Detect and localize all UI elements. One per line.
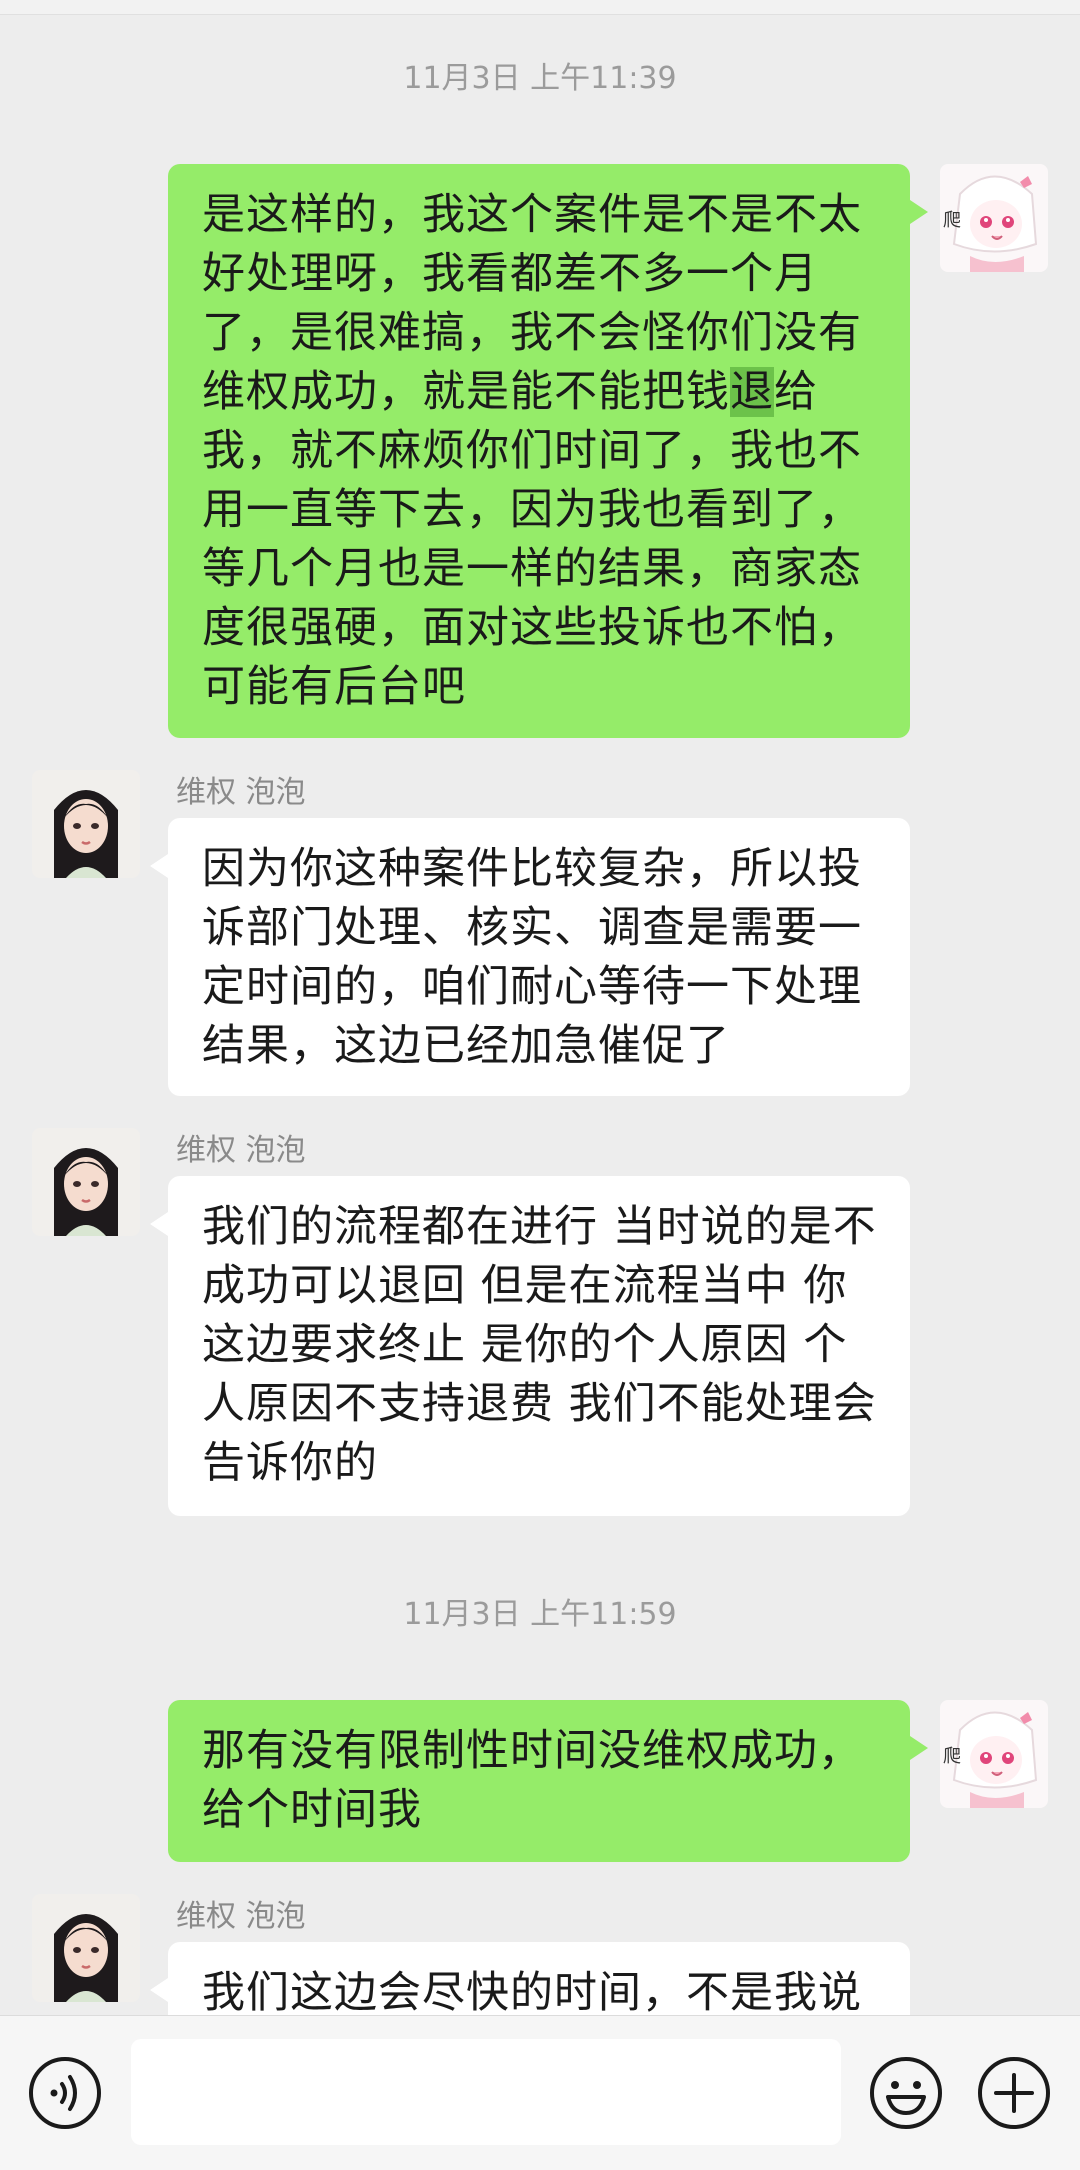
message-text: 因为你这种案件比较复杂，所以投诉部门处理、核实、调查是需要一定时间的，咱们耐心等… <box>202 844 862 1071</box>
top-divider <box>0 0 1080 15</box>
avatar-badge-text: 爬 <box>943 1746 961 1767</box>
selected-text-highlight: 退 <box>730 367 774 417</box>
emoji-icon <box>870 2057 942 2129</box>
message-text: 那有没有限制性时间没维权成功，给个时间我 <box>202 1726 862 1835</box>
contact-avatar[interactable] <box>32 1894 140 2002</box>
avatar-badge-text: 爬 <box>943 210 961 231</box>
message-bubble-contact[interactable]: 我们的流程都在进行 当时说的是不成功可以退回 但是在流程当中 你这边要求终止 是… <box>150 1176 910 1516</box>
message-bubble-contact[interactable]: 因为你这种案件比较复杂，所以投诉部门处理、核实、调查是需要一定时间的，咱们耐心等… <box>150 818 910 1096</box>
anime-girl-avatar-icon: 爬 <box>940 1700 1048 1808</box>
contact-avatar-icon <box>32 770 140 878</box>
contact-avatar-icon <box>32 1894 140 2002</box>
input-toolbar <box>0 2015 1080 2170</box>
contact-avatar[interactable] <box>32 770 140 878</box>
message-text: 我们的流程都在进行 当时说的是不成功可以退回 但是在流程当中 你这边要求终止 是… <box>202 1202 877 1488</box>
message-text: 给我，就不麻烦你们时间了，我也不用一直等下去，因为我也看到了，等几个月也是一样的… <box>202 367 862 712</box>
self-avatar[interactable]: 爬 <box>940 1700 1048 1808</box>
voice-button[interactable] <box>27 2055 103 2131</box>
timestamp: 11月3日 上午11:59 <box>403 1597 677 1632</box>
message-bubble-contact[interactable]: 我们这边会尽快的时间，不是我说 <box>150 1942 910 2015</box>
sender-name: 维权 泡泡 <box>176 1133 306 1168</box>
message-bubble-self[interactable]: 是这样的，我这个案件是不是不太好处理呀，我看都差不多一个月了，是很难搞，我不会怪… <box>168 164 928 738</box>
voice-icon <box>29 2057 101 2129</box>
message-bubble-self[interactable]: 那有没有限制性时间没维权成功，给个时间我 <box>168 1700 928 1862</box>
message-input[interactable] <box>131 2039 841 2145</box>
anime-girl-avatar-icon: 爬 <box>940 164 1048 272</box>
more-button[interactable] <box>976 2055 1052 2131</box>
sender-name: 维权 泡泡 <box>176 775 306 810</box>
message-text: 我们这边会尽快的时间，不是我说 <box>202 1968 862 2015</box>
sender-name: 维权 泡泡 <box>176 1899 306 1934</box>
plus-icon <box>978 2057 1050 2129</box>
chat-area[interactable]: 11月3日 上午11:39 是这样的，我这个案件是不是不太好处理呀，我看都差不多… <box>0 0 1080 2015</box>
emoji-button[interactable] <box>868 2055 944 2131</box>
self-avatar[interactable]: 爬 <box>940 164 1048 272</box>
contact-avatar-icon <box>32 1128 140 1236</box>
timestamp: 11月3日 上午11:39 <box>403 61 677 96</box>
contact-avatar[interactable] <box>32 1128 140 1236</box>
